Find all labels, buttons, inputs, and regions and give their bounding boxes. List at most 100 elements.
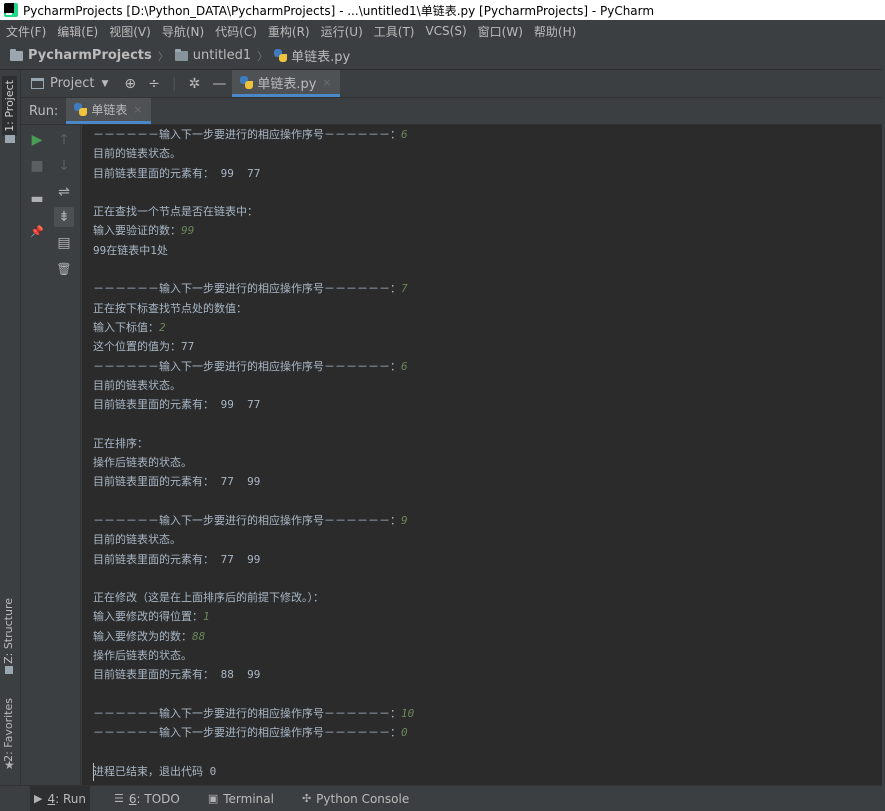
console-text: －－－－－－输入下一步要进行的相应操作序号－－－－－－： — [93, 706, 401, 720]
console-line: －－－－－－输入下一步要进行的相应操作序号－－－－－－：7 — [93, 279, 882, 298]
run-panel-header: Run: 单链表 × — [21, 98, 885, 125]
console-line: 输入要修改为的数：88 — [93, 627, 882, 646]
trash-icon[interactable]: 🗑 — [54, 259, 74, 279]
gear-icon[interactable]: ✲ — [189, 76, 201, 92]
tool-window-run[interactable]: ▶ 4: Run — [30, 786, 90, 811]
console-text: 99在链表中1处 — [93, 243, 168, 257]
console-line: －－－－－－输入下一步要进行的相应操作序号－－－－－－：6 — [93, 357, 882, 376]
menu-code[interactable]: 代码(C) — [215, 23, 257, 40]
rerun-icon[interactable]: ▶ — [27, 130, 47, 150]
editor-tab-file[interactable]: 单链表.py × — [232, 70, 340, 97]
menu-view[interactable]: 视图(V) — [109, 23, 151, 40]
arrow-up-icon[interactable]: ↑ — [54, 130, 74, 150]
console-text: 输入要修改为的数： — [93, 629, 192, 643]
arrow-down-icon[interactable]: ↓ — [54, 156, 74, 176]
project-window-icon — [31, 78, 44, 89]
console-text: －－－－－－输入下一步要进行的相应操作序号－－－－－－： — [93, 513, 401, 527]
breadcrumb-file[interactable]: 单链表.py — [274, 46, 350, 65]
console-output[interactable]: －－－－－－输入下一步要进行的相应操作序号－－－－－－：6 目前的链表状态。 目前链… — [82, 125, 882, 785]
run-config-tab[interactable]: 单链表 × — [66, 98, 151, 124]
console-user-input: 10 — [401, 706, 415, 720]
bottom-tool-bar: ▶ 4: Run ☰ 6: TODO ▣ Terminal ✣ Python C… — [0, 785, 885, 811]
console-user-input: 7 — [401, 282, 408, 296]
tool-window-todo[interactable]: ☰ 6: TODO — [110, 786, 184, 811]
console-line: 目前的链表状态。 — [93, 376, 882, 395]
console-line: －－－－－－输入下一步要进行的相应操作序号－－－－－－：6 — [93, 125, 882, 144]
console-user-input: 0 — [401, 726, 408, 740]
pin-icon[interactable]: 📌 — [27, 221, 47, 241]
collapse-all-icon[interactable]: ÷ — [148, 76, 160, 92]
console-user-input: 6 — [401, 128, 408, 141]
menu-refactor[interactable]: 重构(R) — [268, 23, 310, 40]
menu-window[interactable]: 窗口(W) — [478, 23, 523, 40]
console-user-input: 88 — [192, 629, 206, 643]
project-toolbar: Project ▼ ⊕ ÷ | ✲ — 单链表.py × — [21, 70, 885, 98]
console-text: 目前的链表状态。 — [93, 147, 181, 161]
menu-edit[interactable]: 编辑(E) — [57, 23, 98, 40]
layout-icon[interactable]: ▬ — [27, 189, 47, 209]
python-console-icon: ✣ — [301, 792, 312, 805]
console-line: 操作后链表的状态。 — [93, 646, 882, 665]
close-icon[interactable]: × — [133, 103, 142, 116]
python-file-icon — [240, 75, 254, 89]
folder-icon — [10, 48, 23, 61]
menu-tools[interactable]: 工具(T) — [374, 23, 415, 40]
console-line: 目前链表里面的元素有： 88 99 — [93, 665, 882, 684]
console-text: 输入下标值： — [93, 320, 159, 334]
console-text: 目前链表里面的元素有： 77 99 — [93, 475, 261, 489]
star-icon: ★ — [4, 758, 15, 772]
tool-window-terminal[interactable]: ▣ Terminal — [204, 786, 278, 811]
tab-project[interactable]: 1: Project — [2, 76, 17, 136]
pycharm-logo-icon — [4, 3, 18, 17]
stop-icon[interactable]: ■ — [27, 156, 47, 176]
menu-vcs[interactable]: VCS(S) — [425, 24, 466, 38]
console-text: 操作后链表的状态。 — [93, 456, 192, 470]
structure-icon — [5, 666, 13, 674]
list-icon: ☰ — [113, 792, 124, 805]
text-cursor — [93, 763, 94, 781]
console-user-input: 9 — [401, 513, 408, 527]
menu-help[interactable]: 帮助(H) — [534, 23, 576, 40]
console-line: 目前链表里面的元素有： 99 77 — [93, 164, 882, 183]
console-line: 正在排序： — [93, 434, 882, 453]
tool-window-python-console[interactable]: ✣ Python Console — [298, 786, 413, 811]
run-toolbar: ▶ ↑ ■ ↓ ⇌ ▬ ⇟ 📌 ▤ 🗑 — [21, 125, 81, 785]
console-text: 正在排序： — [93, 436, 148, 450]
breadcrumb-project[interactable]: PycharmProjects — [10, 48, 152, 63]
console-text: 正在修改（这是在上面排序后的前提下修改。）： — [93, 591, 324, 605]
console-line: 目前的链表状态。 — [93, 530, 882, 549]
print-icon[interactable]: ▤ — [54, 233, 74, 253]
tab-favorites[interactable]: 2: Favorites — [2, 698, 15, 762]
console-line: 正在查找一个节点是否在链表中： — [93, 202, 882, 221]
menu-run[interactable]: 运行(U) — [321, 23, 363, 40]
menu-navigate[interactable]: 导航(N) — [162, 23, 204, 40]
left-tool-strip: 1: Project Z: Structure 2: Favorites ★ — [0, 70, 21, 785]
scroll-to-end-icon[interactable]: ⇟ — [54, 207, 74, 227]
console-text: 目前链表里面的元素有： 99 77 — [93, 398, 261, 412]
python-file-icon — [274, 49, 288, 62]
locate-file-icon[interactable]: ⊕ — [124, 76, 136, 92]
breadcrumb-separator-icon: 〉 — [257, 49, 269, 63]
console-line: 正在按下标查找节点处的数值： — [93, 299, 882, 318]
console-user-input: 2 — [159, 320, 166, 334]
console-line: 输入下标值：2 — [93, 318, 882, 337]
breadcrumb-folder[interactable]: untitled1 — [174, 48, 251, 63]
tab-structure[interactable]: Z: Structure — [2, 598, 15, 664]
hide-panel-icon[interactable]: — — [212, 76, 226, 92]
console-text: 目前的链表状态。 — [93, 378, 181, 392]
console-text: －－－－－－输入下一步要进行的相应操作序号－－－－－－： — [93, 282, 401, 296]
soft-wrap-icon[interactable]: ⇌ — [54, 182, 74, 202]
folder-icon — [174, 48, 188, 61]
console-line: 99在链表中1处 — [93, 241, 882, 260]
window-title-bar: PycharmProjects [D:\Python_DATA\PycharmP… — [0, 0, 885, 20]
breadcrumb-separator-icon: 〉 — [157, 49, 169, 63]
menu-file[interactable]: 文件(F) — [6, 23, 46, 40]
close-icon[interactable]: × — [322, 76, 331, 89]
console-text: 操作后链表的状态。 — [93, 649, 192, 663]
console-line: －－－－－－输入下一步要进行的相应操作序号－－－－－－：0 — [93, 723, 882, 742]
console-text: 输入要验证的数： — [93, 224, 181, 238]
project-view-dropdown[interactable]: Project ▼ — [21, 70, 119, 97]
